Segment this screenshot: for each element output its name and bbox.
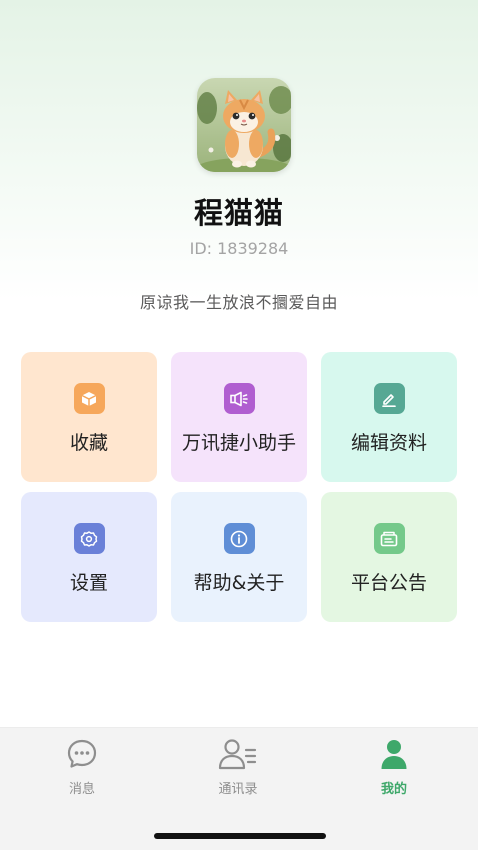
tab-contacts[interactable]: 通讯录 — [188, 738, 288, 797]
tab-me-label: 我的 — [380, 782, 407, 797]
username: 程猫猫 — [193, 196, 284, 230]
bottom-tab-bar: 消息 通讯录 我的 — [0, 727, 478, 850]
user-id-value: 1839284 — [217, 239, 289, 258]
user-id-label: ID: — [189, 239, 213, 258]
help-about-card[interactable]: 帮助&关于 — [171, 492, 307, 622]
favorites-card[interactable]: 收藏 — [21, 352, 157, 482]
tab-me[interactable]: 我的 — [344, 738, 444, 797]
gear-icon — [73, 523, 105, 554]
assistant-card[interactable]: 万讯捷小助手 — [171, 352, 307, 482]
edit-profile-card[interactable]: 编辑资料 — [321, 352, 457, 482]
settings-label: 设置 — [69, 572, 108, 594]
tab-messages[interactable]: 消息 — [32, 738, 132, 797]
edit-icon — [373, 383, 405, 414]
feature-grid: 收藏 万讯捷小助手 编辑资料 设置 帮助&关于 平台公告 — [21, 352, 458, 622]
user-id: ID: 1839284 — [0, 239, 478, 258]
announcement-card[interactable]: 平台公告 — [321, 492, 457, 622]
announcement-label: 平台公告 — [350, 572, 427, 594]
speaker-icon — [223, 383, 255, 414]
tab-messages-label: 消息 — [68, 782, 95, 797]
person-icon — [378, 738, 410, 774]
tab-contacts-label: 通讯录 — [218, 782, 258, 797]
contacts-icon — [218, 738, 258, 774]
home-indicator[interactable] — [154, 833, 326, 839]
avatar[interactable] — [197, 78, 291, 172]
help-about-label: 帮助&关于 — [193, 572, 285, 594]
user-signature: 原谅我一生放浪不攌爱自由 — [139, 293, 338, 312]
notice-icon — [373, 523, 405, 554]
favorites-label: 收藏 — [69, 432, 108, 454]
chat-bubble-icon — [66, 738, 98, 774]
box-icon — [73, 383, 105, 414]
edit-profile-label: 编辑资料 — [350, 432, 427, 454]
cat-avatar-image — [197, 78, 291, 172]
assistant-label: 万讯捷小助手 — [181, 432, 296, 454]
settings-card[interactable]: 设置 — [21, 492, 157, 622]
info-icon — [223, 523, 255, 554]
